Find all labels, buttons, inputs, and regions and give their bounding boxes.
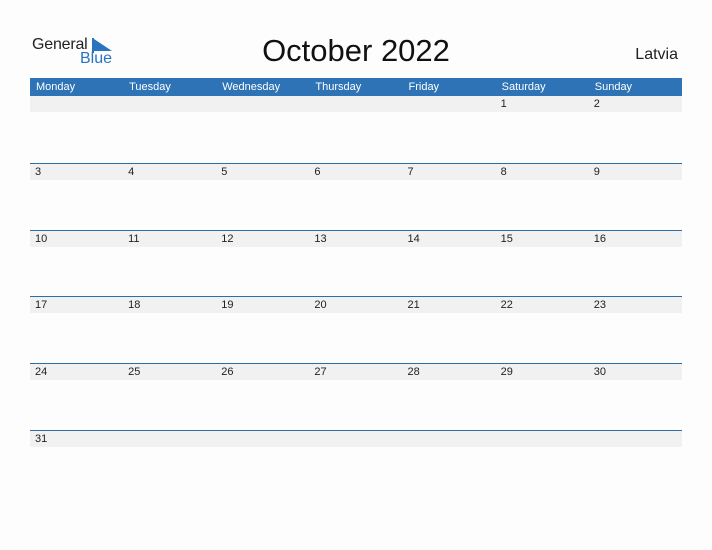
day-cell: 7 bbox=[407, 165, 414, 178]
day-cell: 19 bbox=[221, 299, 234, 312]
day-cell bbox=[216, 431, 309, 447]
weekday-tuesday: Tuesday bbox=[129, 81, 171, 93]
day-cell: 23 bbox=[593, 299, 606, 312]
day-cell: 3 bbox=[35, 165, 42, 178]
day-cell: 18 bbox=[128, 299, 141, 312]
day-cell: 12 bbox=[221, 232, 234, 245]
weekday-monday: Monday bbox=[36, 81, 76, 93]
weekday-thursday: Thursday bbox=[315, 81, 362, 93]
day-cell bbox=[216, 96, 309, 112]
calendar-grid: Monday Tuesday Wednesday Thursday Friday… bbox=[30, 78, 682, 497]
day-cell bbox=[30, 96, 123, 112]
day-cell bbox=[496, 431, 589, 447]
day-cell: 22 bbox=[500, 299, 513, 312]
day-cell: 8 bbox=[500, 165, 507, 178]
date-strip: 31 bbox=[30, 430, 682, 447]
day-cell: 29 bbox=[500, 366, 513, 379]
country-label: Latvia bbox=[635, 46, 678, 63]
day-cell bbox=[589, 431, 682, 447]
day-cell bbox=[403, 431, 496, 447]
day-cell: 25 bbox=[128, 366, 141, 379]
date-strip: 3 4 5 6 7 8 9 bbox=[30, 163, 682, 180]
weekday-sunday: Sunday bbox=[594, 81, 633, 93]
weeks-container: 1 2 3 4 5 6 7 8 9 10 11 12 13 14 15 16 17 18 19 20 21 22 23 24 2… bbox=[30, 96, 682, 497]
day-cell: 4 bbox=[128, 165, 135, 178]
day-cell: 9 bbox=[593, 165, 600, 178]
day-cell: 24 bbox=[35, 366, 48, 379]
day-cell: 6 bbox=[314, 165, 321, 178]
day-cell: 27 bbox=[314, 366, 327, 379]
day-cell: 10 bbox=[35, 232, 48, 245]
weekday-friday: Friday bbox=[408, 81, 440, 93]
weekday-saturday: Saturday bbox=[501, 81, 546, 93]
day-cell bbox=[309, 431, 402, 447]
date-strip: 12 bbox=[30, 96, 682, 112]
day-cell: 31 bbox=[35, 432, 48, 445]
day-cell: 11 bbox=[128, 232, 140, 245]
week-row: 12 bbox=[30, 96, 682, 163]
week-row: 3 4 5 6 7 8 9 bbox=[30, 162, 682, 230]
day-cell bbox=[309, 96, 402, 112]
day-cell: 5 bbox=[221, 165, 228, 178]
day-cell: 26 bbox=[221, 366, 234, 379]
day-cell: 21 bbox=[407, 299, 420, 312]
day-cell: 1 bbox=[500, 98, 507, 110]
day-cell: 16 bbox=[593, 232, 606, 245]
day-cell bbox=[123, 96, 216, 112]
day-cell bbox=[403, 96, 496, 112]
day-cell: 30 bbox=[593, 366, 606, 379]
weekday-header: Monday Tuesday Wednesday Thursday Friday… bbox=[30, 78, 682, 96]
weekday-wednesday: Wednesday bbox=[222, 81, 281, 93]
date-strip: 10 11 12 13 14 15 16 bbox=[30, 230, 682, 247]
day-cell: 14 bbox=[407, 232, 420, 245]
day-cell: 17 bbox=[35, 299, 48, 312]
date-strip: 17 18 19 20 21 22 23 bbox=[30, 297, 682, 314]
day-cell: 2 bbox=[593, 98, 600, 110]
day-cell bbox=[123, 431, 216, 447]
date-strip: 24 25 26 27 28 29 30 bbox=[30, 364, 682, 381]
week-row: 31 bbox=[30, 429, 682, 497]
week-row: 24 25 26 27 28 29 30 bbox=[30, 363, 682, 430]
day-cell: 20 bbox=[314, 299, 327, 312]
day-cell: 28 bbox=[407, 366, 420, 379]
week-row: 17 18 19 20 21 22 23 bbox=[30, 296, 682, 363]
day-cell: 13 bbox=[314, 232, 327, 245]
day-cell: 15 bbox=[500, 232, 513, 245]
calendar-title: October 2022 bbox=[262, 33, 450, 68]
week-row: 10 11 12 13 14 15 16 bbox=[30, 229, 682, 297]
